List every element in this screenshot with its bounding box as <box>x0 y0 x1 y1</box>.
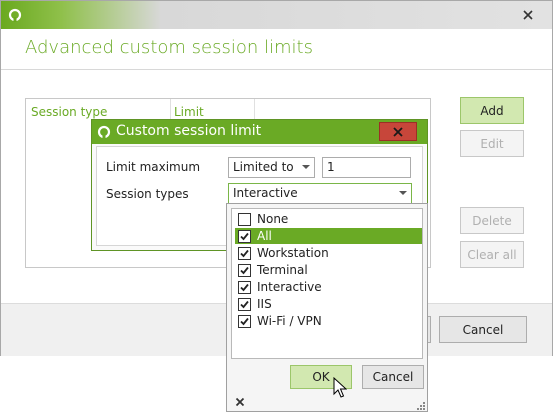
session-types-label: Session types <box>106 187 189 201</box>
option-interactive[interactable]: Interactive <box>235 279 422 295</box>
limit-maximum-label: Limit maximum <box>106 160 201 174</box>
checkbox-icon[interactable] <box>238 314 251 328</box>
mouse-cursor-icon <box>333 376 348 399</box>
option-label: None <box>257 212 289 226</box>
checkbox-icon[interactable] <box>238 246 251 260</box>
dropdown-cancel-button[interactable]: Cancel <box>362 365 424 389</box>
delete-button[interactable]: Delete <box>460 207 524 234</box>
option-iis[interactable]: IIS <box>235 296 422 312</box>
column-divider <box>170 99 171 121</box>
chevron-down-icon <box>399 191 407 195</box>
header-divider <box>1 69 552 70</box>
checkbox-icon[interactable] <box>238 229 251 243</box>
option-label: All <box>257 229 272 243</box>
option-label: IIS <box>257 297 272 311</box>
option-workstation[interactable]: Workstation <box>235 245 422 261</box>
option-terminal[interactable]: Terminal <box>235 262 422 278</box>
limit-value-input[interactable]: 1 <box>322 157 411 178</box>
option-label: Terminal <box>257 263 308 277</box>
checkbox-icon[interactable] <box>238 212 251 226</box>
session-types-dropdown: None All Workstation Terminal Interactiv… <box>226 203 428 412</box>
session-types-value: Interactive <box>233 186 298 200</box>
close-icon[interactable] <box>235 396 245 407</box>
session-types-select[interactable]: Interactive <box>228 183 412 204</box>
column-header-limit[interactable]: Limit <box>174 105 204 119</box>
edit-button[interactable]: Edit <box>460 130 524 157</box>
dialog-close-icon[interactable] <box>379 122 417 141</box>
limit-mode-value: Limited to <box>233 160 294 174</box>
session-types-list: None All Workstation Terminal Interactiv… <box>231 208 423 359</box>
cancel-button[interactable]: Cancel <box>439 316 527 343</box>
checkbox-icon[interactable] <box>238 297 251 311</box>
limit-mode-select[interactable]: Limited to <box>228 157 315 178</box>
column-divider <box>254 99 255 121</box>
checkbox-icon[interactable] <box>238 263 251 277</box>
option-label: Workstation <box>257 246 329 260</box>
option-label: Interactive <box>257 280 322 294</box>
resize-grip-icon[interactable] <box>415 399 425 410</box>
option-label: Wi-Fi / VPN <box>257 314 322 328</box>
checkbox-icon[interactable] <box>238 280 251 294</box>
page-title: Advanced custom session limits <box>25 37 313 58</box>
option-none[interactable]: None <box>235 211 422 227</box>
title-bar <box>1 1 552 29</box>
add-button[interactable]: Add <box>460 97 524 124</box>
clear-all-button[interactable]: Clear all <box>460 241 524 268</box>
app-logo-icon <box>96 124 112 140</box>
dialog-title-bar: Custom session limit <box>92 120 427 144</box>
column-header-session-type[interactable]: Session type <box>31 105 107 119</box>
app-logo-icon <box>7 7 23 23</box>
chevron-down-icon <box>302 165 310 169</box>
option-all[interactable]: All <box>235 228 422 244</box>
dialog-title: Custom session limit <box>116 123 262 139</box>
window-close-icon[interactable] <box>516 5 540 25</box>
option-wifi-vpn[interactable]: Wi-Fi / VPN <box>235 313 422 329</box>
